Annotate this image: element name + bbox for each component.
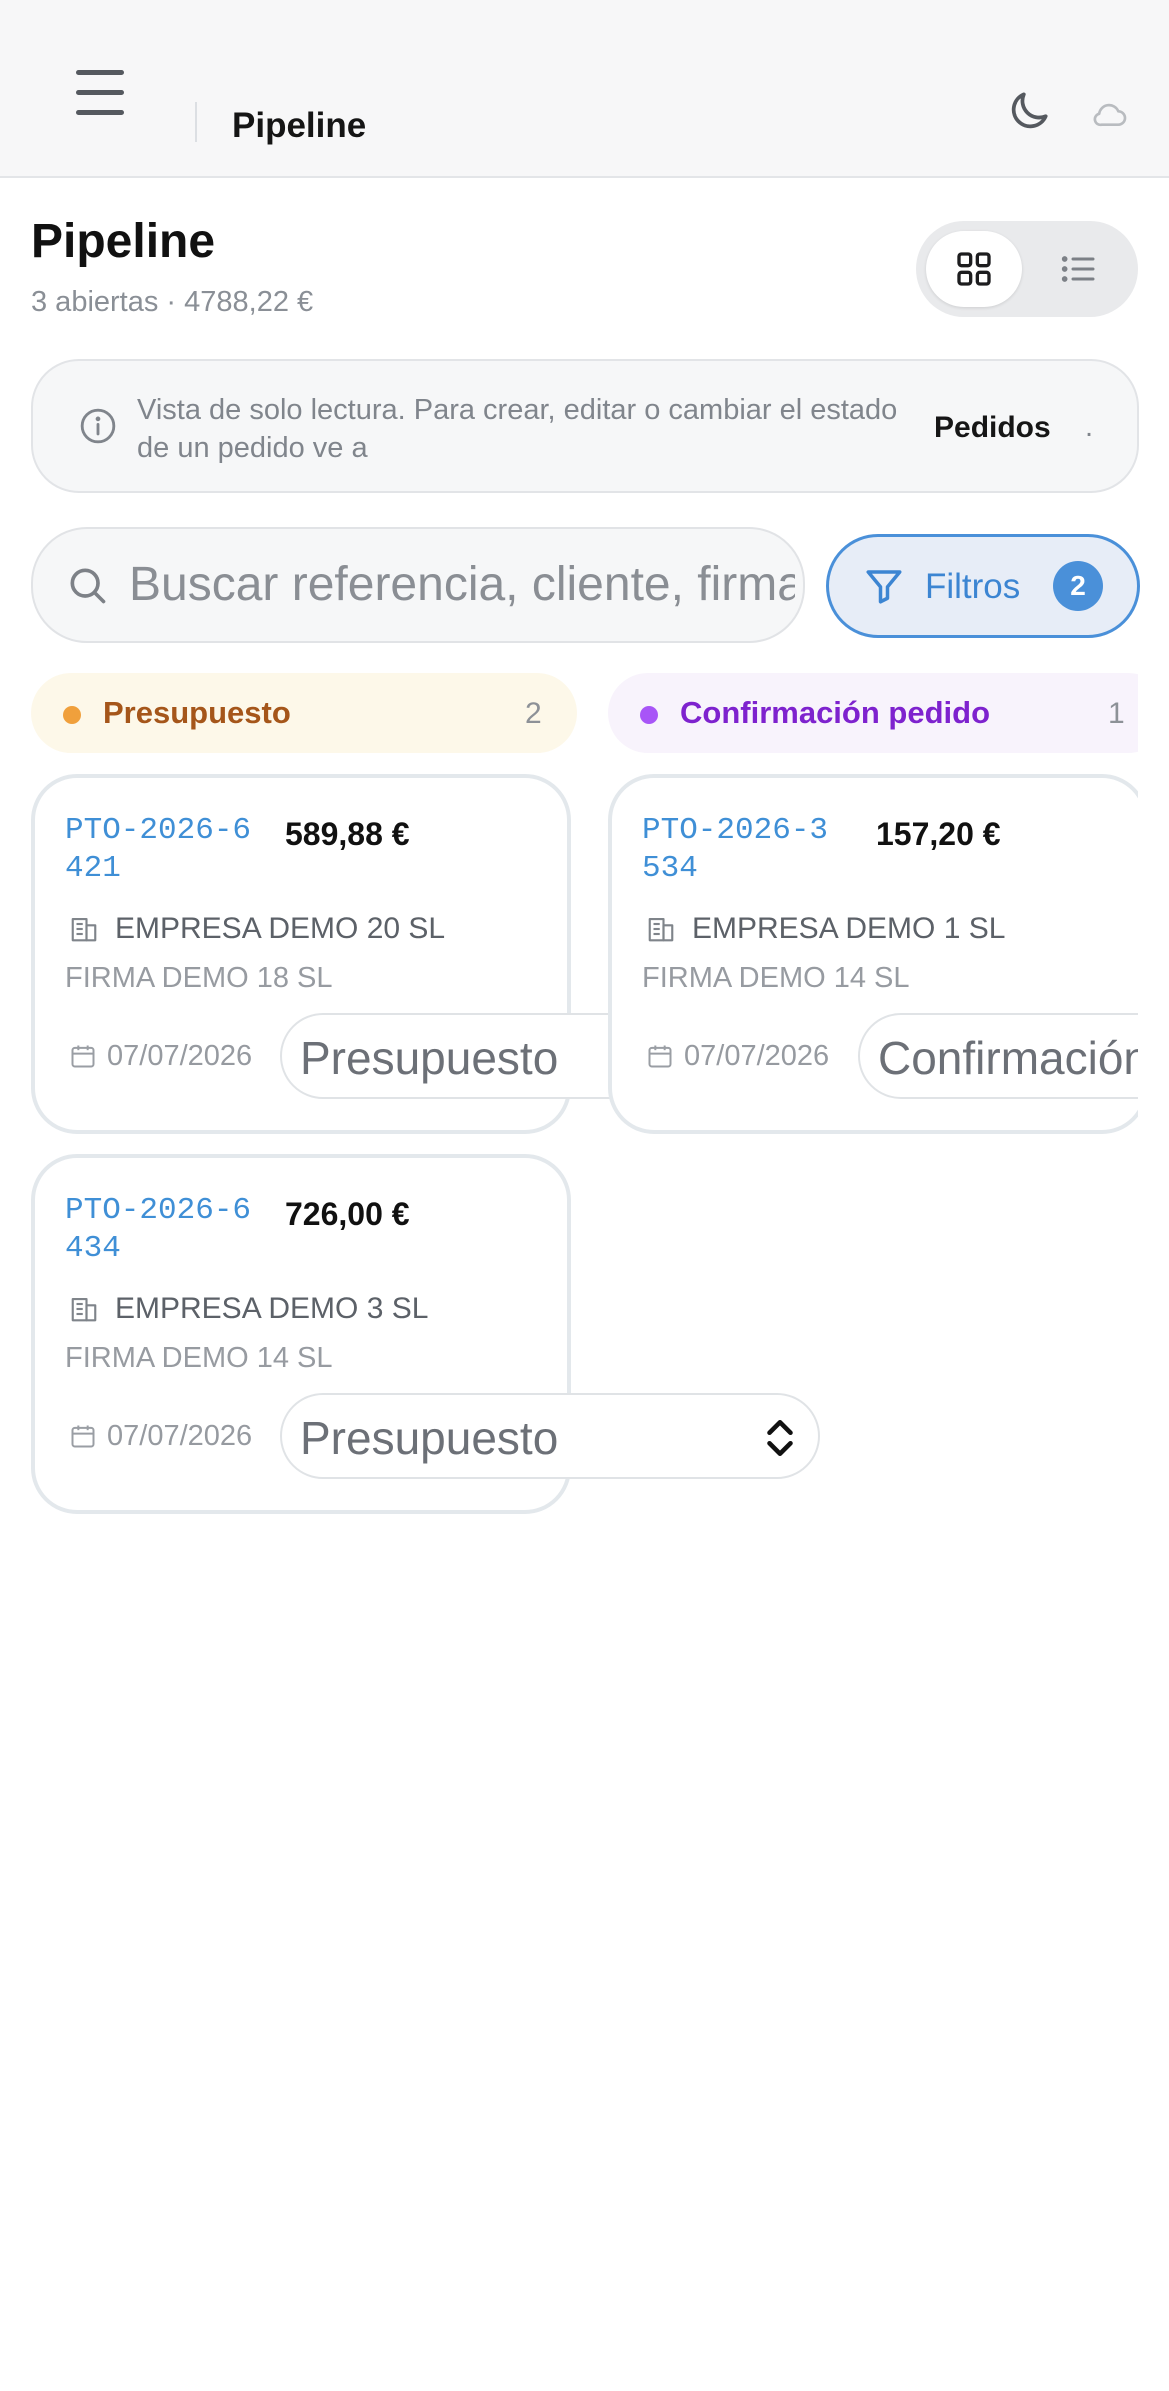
order-amount: 589,88 € [285,816,410,852]
stage-select-value: Presupuesto [300,1032,559,1084]
company-name: EMPRESA DEMO 3 SL [115,1292,429,1325]
stage-select-value: Presupuesto [300,1412,559,1464]
calendar-icon [71,1425,95,1448]
order-reference[interactable]: PTO-2026-6434 [65,1192,265,1268]
building-icon [71,1297,97,1322]
stage-select[interactable]: Presupuesto [280,1393,820,1479]
calendar-icon [648,1045,672,1068]
order-date: 07/07/2026 [684,1040,830,1072]
order-amount: 157,20 € [876,816,1001,852]
building-icon [648,917,674,942]
column-label: Presupuesto [103,695,291,730]
stage-select[interactable]: Confirmación pedido [858,1013,1138,1099]
status-dot [640,706,658,724]
chevron-updown-icon [767,1419,793,1457]
building-icon [71,917,97,942]
status-dot [63,706,81,724]
column-label: Confirmación pedido [680,695,990,730]
order-reference[interactable]: PTO-2026-6421 [65,812,265,888]
firm-name: FIRMA DEMO 14 SL [642,962,910,994]
column-header-presupuesto: Presupuesto 2 [31,673,577,753]
column-count: 2 [525,697,542,730]
order-amount: 726,00 € [285,1196,410,1232]
pipeline-board: Presupuesto 2 Confirmación pedido 1 PTO-… [0,0,1138,2391]
calendar-icon [71,1045,95,1068]
order-date: 07/07/2026 [107,1040,253,1072]
company-name: EMPRESA DEMO 1 SL [692,912,1006,945]
column-count: 1 [1108,697,1125,730]
firm-name: FIRMA DEMO 18 SL [65,962,333,994]
order-date: 07/07/2026 [107,1420,253,1452]
stage-select-value: Confirmación pedido [878,1032,1138,1084]
column-header-confirmacion-pedido: Confirmación pedido 1 [608,673,1138,753]
company-name: EMPRESA DEMO 20 SL [115,912,446,945]
order-reference[interactable]: PTO-2026-3534 [642,812,842,888]
firm-name: FIRMA DEMO 14 SL [65,1342,333,1374]
